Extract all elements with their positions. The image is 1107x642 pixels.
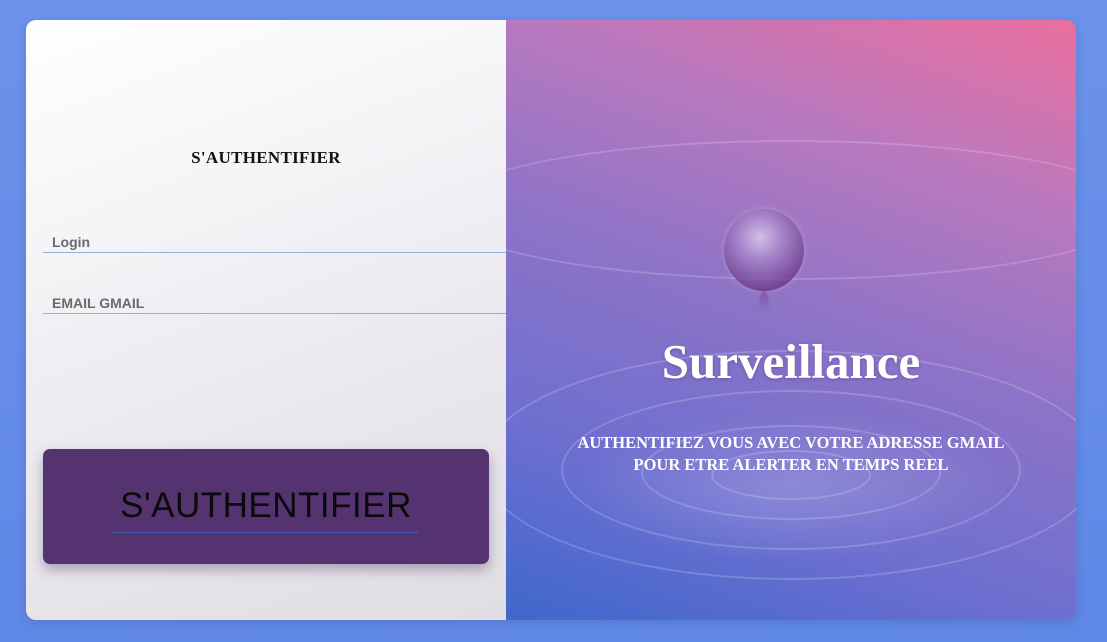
hero-subtitle: AUTHENTIFIEZ VOUS AVEC VOTRE ADRESSE GMA… bbox=[526, 432, 1056, 476]
authenticate-button[interactable]: S'AUTHENTIFIER bbox=[43, 449, 489, 564]
water-drop-image bbox=[724, 209, 804, 291]
authenticate-button-label: S'AUTHENTIFIER bbox=[120, 486, 412, 525]
login-panel: S'AUTHENTIFIER S'AUTHENTIFIER bbox=[26, 20, 506, 620]
login-input[interactable] bbox=[43, 219, 506, 253]
hero-subtitle-line: POUR ETRE ALERTER EN TEMPS REEL bbox=[633, 455, 949, 474]
hero-title: Surveillance bbox=[661, 334, 921, 389]
hero-panel: Surveillance AUTHENTIFIEZ VOUS AVEC VOTR… bbox=[506, 20, 1076, 620]
hero-subtitle-line: AUTHENTIFIEZ VOUS AVEC VOTRE ADRESSE GMA… bbox=[577, 433, 1005, 452]
login-card: S'AUTHENTIFIER S'AUTHENTIFIER Surveillan… bbox=[26, 20, 1076, 620]
button-underline bbox=[113, 532, 418, 533]
form-title: S'AUTHENTIFIER bbox=[191, 148, 341, 167]
email-input[interactable] bbox=[43, 280, 506, 314]
water-drop-tail bbox=[759, 291, 769, 319]
